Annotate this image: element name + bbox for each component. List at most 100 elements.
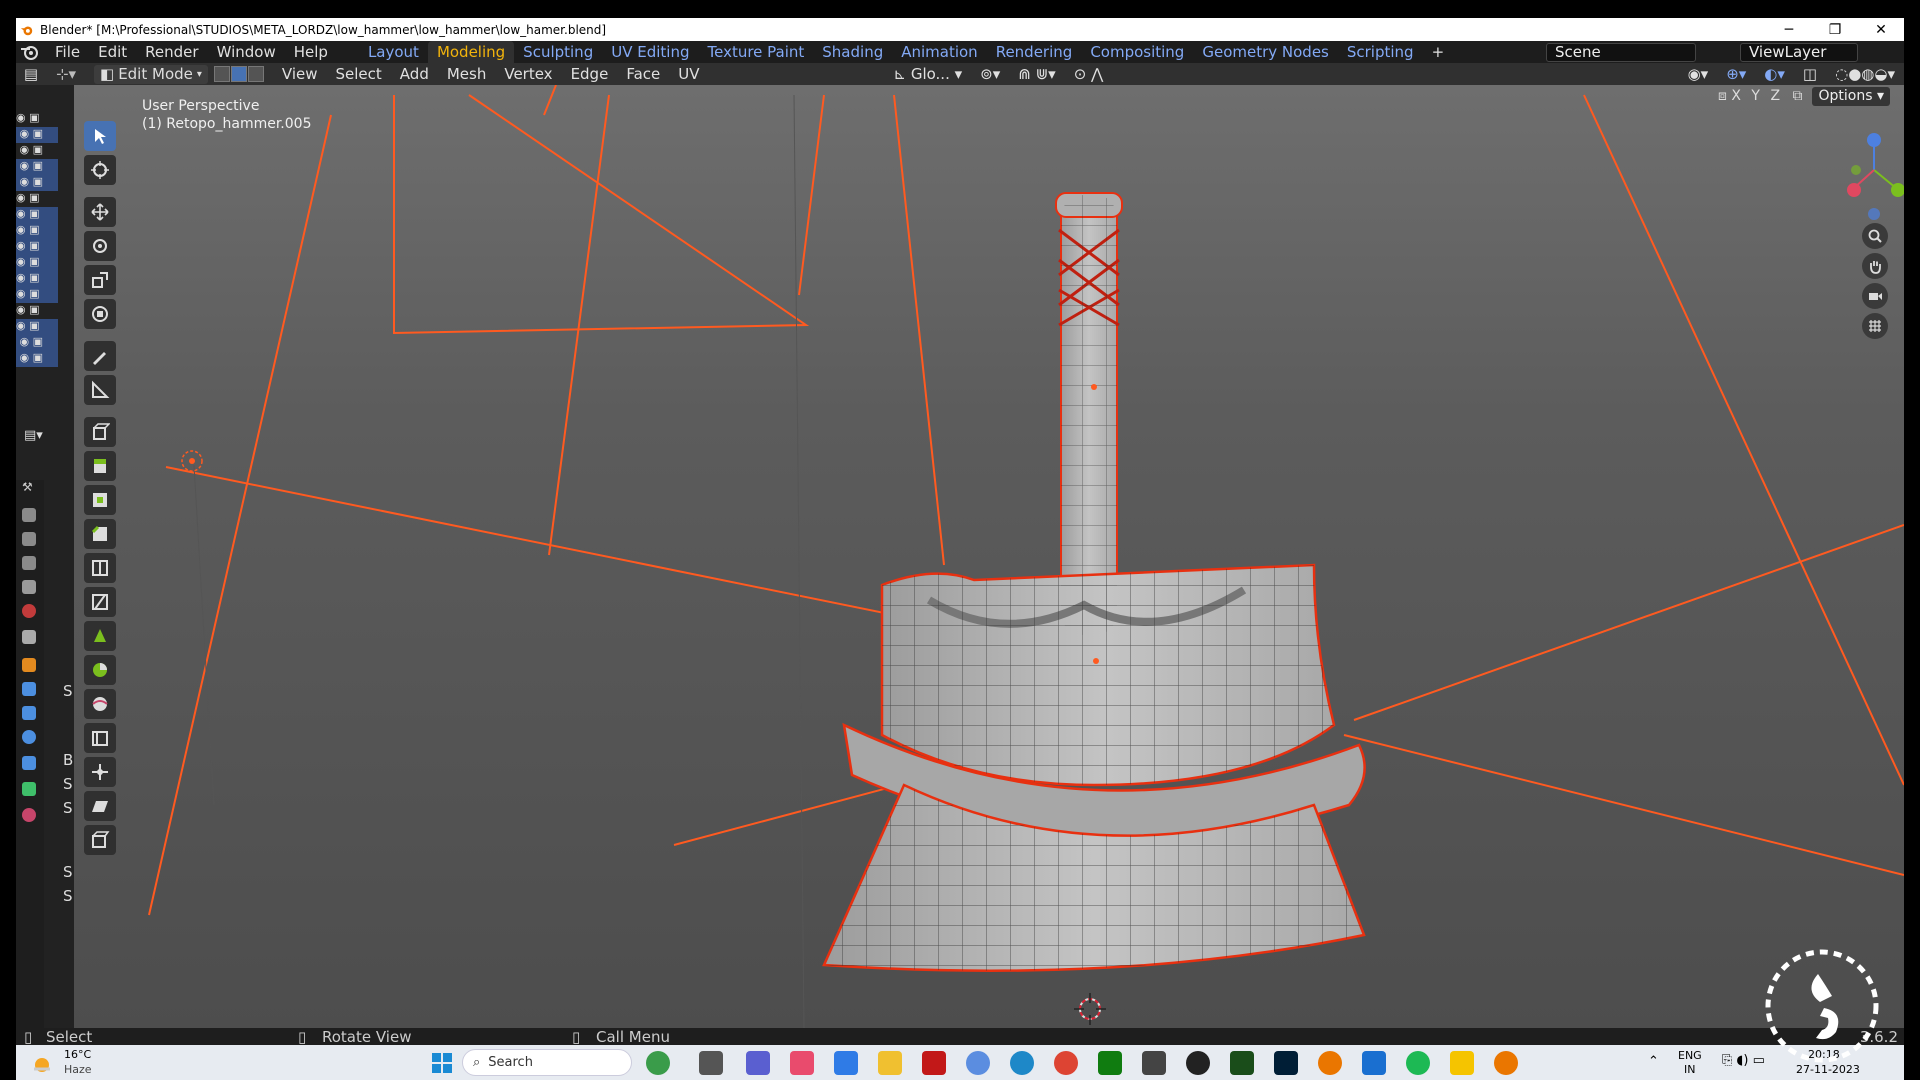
outliner-row[interactable]: ◉ ▣	[16, 127, 58, 143]
tab-layout[interactable]: Layout	[359, 43, 428, 61]
menu-render[interactable]: Render	[136, 43, 207, 61]
move-tool[interactable]	[84, 197, 116, 227]
mirror-icon[interactable]: ⧈	[1718, 88, 1731, 104]
xbox-icon[interactable]	[1098, 1051, 1122, 1075]
menu-help[interactable]: Help	[285, 43, 337, 61]
auto-merge-icon[interactable]: ⧉	[1792, 88, 1802, 104]
editor-type-icon[interactable]: ▤	[16, 65, 46, 83]
3d-cursor-icon[interactable]	[1074, 993, 1106, 1025]
menu-window[interactable]: Window	[208, 43, 285, 61]
outliner-row[interactable]: ◉ ▣	[16, 207, 58, 223]
spin-tool[interactable]	[84, 655, 116, 685]
view-layer-tab-icon[interactable]	[22, 556, 36, 570]
file-explorer-icon[interactable]	[878, 1051, 902, 1075]
blender-taskbar-icon[interactable]	[1494, 1051, 1518, 1075]
axis-y-toggle[interactable]: Y	[1751, 88, 1760, 104]
bevel-tool[interactable]	[84, 519, 116, 549]
taskbar-app-icon[interactable]	[1186, 1051, 1210, 1075]
overlays-toggle-icon[interactable]: ◐▾	[1755, 65, 1794, 83]
outliner-row[interactable]: ◉ ▣	[16, 159, 58, 175]
outliner-row[interactable]: ◉ ▣	[16, 143, 58, 159]
menu-mesh[interactable]: Mesh	[438, 65, 496, 83]
taskbar-app-icon[interactable]	[790, 1051, 814, 1075]
tab-animation[interactable]: Animation	[892, 43, 986, 61]
constraints-tab-icon[interactable]	[22, 756, 36, 770]
eye-icon[interactable]: ◉	[20, 351, 30, 364]
outliner-row[interactable]: ◉ ▣	[16, 287, 58, 303]
blender-menu-icon[interactable]	[20, 42, 40, 62]
tab-texture-paint[interactable]: Texture Paint	[698, 43, 813, 61]
camera-icon[interactable]: ▣	[33, 335, 43, 348]
measure-tool[interactable]	[84, 375, 116, 405]
select-box-tool[interactable]	[84, 121, 116, 151]
photoshop-icon[interactable]	[1274, 1051, 1298, 1075]
camera-icon[interactable]: ▣	[33, 159, 43, 172]
camera-icon[interactable]: ▣	[33, 143, 43, 156]
material-tab-icon[interactable]	[22, 808, 36, 822]
eye-icon[interactable]: ◉	[20, 127, 30, 140]
eye-icon[interactable]: ◉	[16, 223, 26, 236]
tab-shading[interactable]: Shading	[813, 43, 892, 61]
axis-x-toggle[interactable]: X	[1731, 88, 1741, 104]
eye-icon[interactable]: ◉	[16, 287, 26, 300]
outliner-row[interactable]: ◉ ▣	[16, 111, 58, 127]
modifier-tab-icon[interactable]	[22, 682, 36, 696]
eye-icon[interactable]: ◉	[16, 255, 26, 268]
eye-icon[interactable]: ◉	[16, 239, 26, 252]
tab-uv-editing[interactable]: UV Editing	[602, 43, 698, 61]
collection-tab-icon[interactable]	[22, 630, 36, 644]
painter-app-icon[interactable]	[1230, 1051, 1254, 1075]
taskbar-app-icon[interactable]	[1142, 1051, 1166, 1075]
render-tab-icon[interactable]	[22, 508, 36, 522]
perspective-toggle-button[interactable]	[1862, 313, 1888, 339]
camera-view-button[interactable]	[1862, 283, 1888, 309]
tab-modeling[interactable]: Modeling	[427, 41, 515, 63]
taskbar-app-icon[interactable]	[922, 1051, 946, 1075]
eye-icon[interactable]: ◉	[16, 207, 26, 220]
zoom-button[interactable]	[1862, 223, 1888, 249]
xray-toggle-icon[interactable]: ◫	[1794, 65, 1826, 83]
object-tab-icon[interactable]	[22, 658, 36, 672]
snap-icon[interactable]: ⋒ ⋓▾	[1009, 65, 1064, 83]
taskbar-app-icon[interactable]	[834, 1051, 858, 1075]
tray-icons[interactable]: ⎘ ◖) ▭	[1722, 1053, 1765, 1068]
scale-tool[interactable]	[84, 265, 116, 295]
face-select-button[interactable]	[247, 66, 264, 82]
taskbar-app-icon[interactable]	[1450, 1051, 1474, 1075]
camera-icon[interactable]: ▣	[29, 223, 39, 236]
eye-icon[interactable]: ◉	[20, 143, 30, 156]
proportional-edit-icon[interactable]: ⊙ ⋀	[1065, 65, 1113, 83]
taskbar-app-icon[interactable]	[746, 1051, 770, 1075]
hammer-mesh[interactable]	[822, 192, 1366, 972]
eye-icon[interactable]: ◉	[16, 191, 26, 204]
outliner-row[interactable]: ◉ ▣	[16, 271, 58, 287]
inset-tool[interactable]	[84, 485, 116, 515]
visibility-icon[interactable]: ◉▾	[1679, 65, 1718, 83]
knife-tool[interactable]	[84, 587, 116, 617]
camera-icon[interactable]: ▣	[29, 207, 39, 220]
camera-icon[interactable]: ▣	[29, 239, 39, 252]
menu-view[interactable]: View	[273, 65, 327, 83]
mode-selector[interactable]: ◧ Edit Mode ▾	[94, 64, 208, 84]
close-button[interactable]: ✕	[1858, 22, 1904, 38]
outliner-row[interactable]: ◉ ▣	[16, 239, 58, 255]
eye-icon[interactable]: ◉	[20, 335, 30, 348]
camera-icon[interactable]: ▣	[29, 111, 39, 124]
gizmos-toggle-icon[interactable]: ⊕▾	[1717, 65, 1755, 83]
edge-browser-icon[interactable]	[1010, 1051, 1034, 1075]
camera-icon[interactable]: ▣	[29, 287, 39, 300]
transform-orientation-dropdown[interactable]: ⊾ Glo... ▾	[884, 65, 971, 83]
tab-scripting[interactable]: Scripting	[1338, 43, 1423, 61]
camera-icon[interactable]: ▣	[29, 191, 39, 204]
menu-select[interactable]: Select	[327, 65, 391, 83]
shrink-fatten-tool[interactable]	[84, 757, 116, 787]
outliner-row[interactable]: ◉ ▣	[16, 223, 58, 239]
menu-vertex[interactable]: Vertex	[495, 65, 561, 83]
menu-uv[interactable]: UV	[669, 65, 708, 83]
tool-tab-icon[interactable]: ⚒	[22, 480, 36, 494]
eye-icon[interactable]: ◉	[20, 159, 30, 172]
blender-taskbar-icon[interactable]	[1318, 1051, 1342, 1075]
weather-sun-icon[interactable]	[30, 1051, 54, 1075]
outliner-row[interactable]: ◉ ▣	[16, 319, 58, 335]
taskbar-app-icon[interactable]	[646, 1051, 670, 1075]
